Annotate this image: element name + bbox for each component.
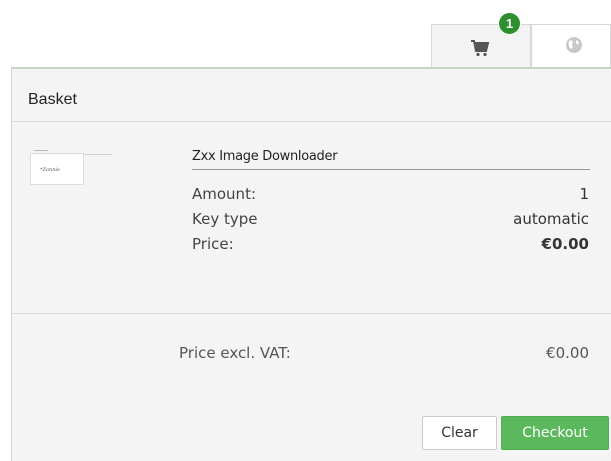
- thumbnail-logo: *Zonnie: [40, 167, 60, 173]
- price-value: €0.00: [541, 235, 589, 253]
- product-thumbnail: *Zonnie: [30, 150, 84, 185]
- divider: [12, 313, 611, 314]
- basket-panel: Basket *Zonnie Zxx Image Downloader Amou…: [11, 67, 611, 461]
- shopping-cart-icon: [471, 40, 490, 57]
- thumbnail-bar: [34, 150, 48, 151]
- tab-language[interactable]: [531, 24, 611, 68]
- product-name-rule: [192, 169, 590, 170]
- price-excl-vat-label: Price excl. VAT:: [179, 344, 291, 362]
- cart-count-badge: 1: [498, 12, 521, 35]
- amount-value: 1: [579, 185, 589, 203]
- key-type-value: automatic: [513, 210, 589, 228]
- checkout-button[interactable]: Checkout: [501, 416, 609, 450]
- thumbnail-caption-line: [84, 154, 112, 155]
- product-name: Zxx Image Downloader: [192, 149, 338, 164]
- price-excl-vat-value: €0.00: [546, 344, 589, 362]
- key-type-label: Key type: [192, 210, 258, 228]
- price-label: Price:: [192, 235, 234, 253]
- clear-button[interactable]: Clear: [422, 416, 497, 450]
- amount-label: Amount:: [192, 185, 256, 203]
- divider: [12, 121, 611, 122]
- header-tabs: [431, 24, 611, 69]
- globe-icon: [566, 37, 582, 53]
- basket-title: Basket: [28, 91, 77, 108]
